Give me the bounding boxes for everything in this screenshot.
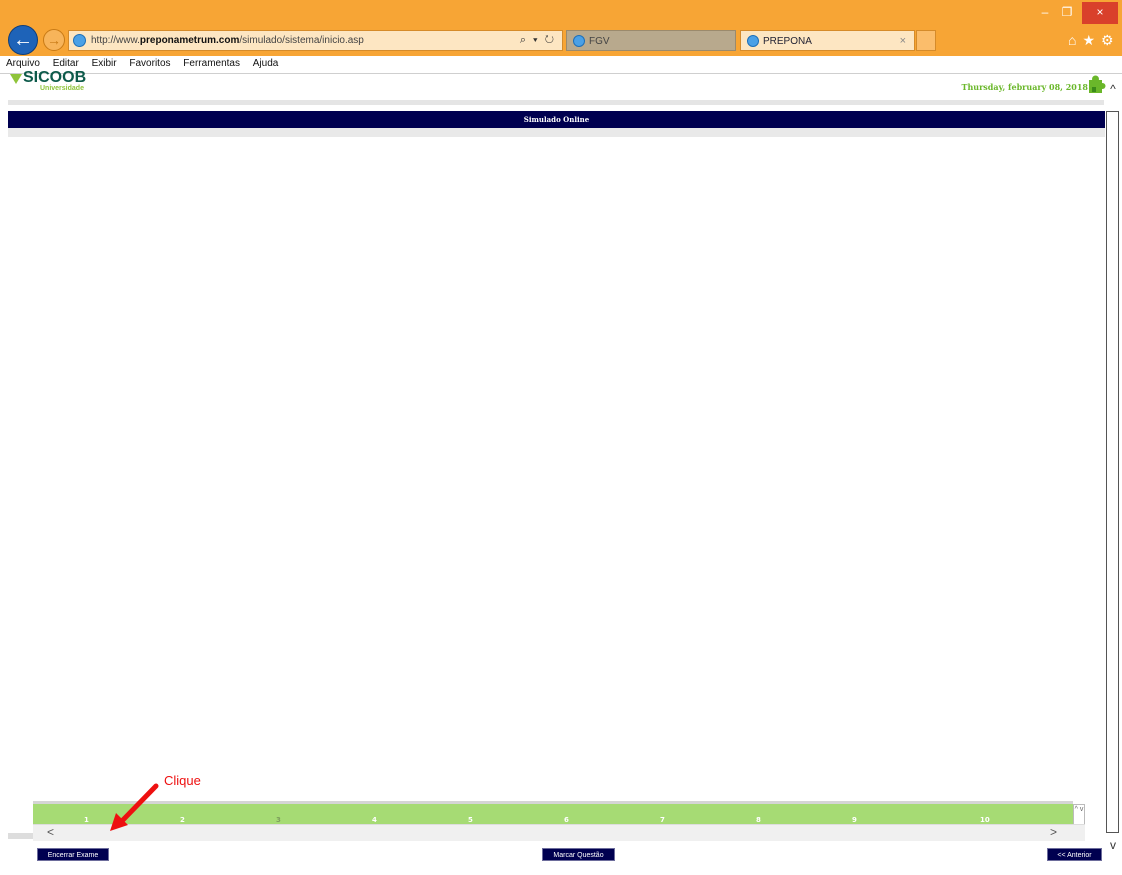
frame-edge xyxy=(8,833,33,839)
url-domain: preponametrum.com xyxy=(139,35,240,46)
tab-prepona[interactable]: PREPONA × xyxy=(740,30,915,51)
close-window-button[interactable]: × xyxy=(1082,2,1118,24)
menu-arquivo[interactable]: Arquivo xyxy=(6,58,40,69)
strip-spin-icon[interactable]: ^ v xyxy=(1073,804,1085,826)
question-link-9[interactable]: 9 xyxy=(852,816,857,824)
previous-button[interactable]: << Anterior xyxy=(1047,848,1102,861)
annotation-label: Clique xyxy=(164,773,201,788)
logo-subtitle: Universidade xyxy=(40,85,84,92)
question-link-5[interactable]: 5 xyxy=(468,816,473,824)
arrow-left-icon: ← xyxy=(13,29,33,51)
question-link-6[interactable]: 6 xyxy=(564,816,569,824)
forward-button[interactable]: → xyxy=(43,29,65,51)
title-bar-shadow xyxy=(8,128,1105,137)
restore-button[interactable]: ❐ xyxy=(1056,2,1078,24)
vertical-scrollbar-thumb[interactable] xyxy=(1106,111,1119,833)
back-button[interactable]: ← xyxy=(8,25,38,55)
browser-titlebar: ← → http://www.preponametrum.com/simulad… xyxy=(0,0,1122,56)
ie-tab-icon xyxy=(573,35,585,47)
new-tab-button[interactable] xyxy=(916,30,936,51)
scroll-up-icon[interactable]: ^ xyxy=(1106,82,1120,96)
ie-page-icon xyxy=(73,34,86,47)
url-path: /simulado/sistema/inicio.asp xyxy=(239,35,364,46)
question-link-1[interactable]: 1 xyxy=(84,816,89,824)
annotation-arrow-icon xyxy=(110,783,159,831)
url-prefix: http://www. xyxy=(91,35,140,46)
tab-label: FGV xyxy=(589,36,610,47)
address-url[interactable]: http://www.preponametrum.com/simulado/si… xyxy=(91,31,364,50)
question-link-10[interactable]: 10 xyxy=(980,816,990,824)
mark-question-button[interactable]: Marcar Questão xyxy=(542,848,615,861)
ie-tab-icon xyxy=(747,35,759,47)
page-title-bar: Simulado Online xyxy=(8,111,1105,128)
menu-favoritos[interactable]: Favoritos xyxy=(129,58,170,69)
question-number-strip xyxy=(33,804,1073,824)
scroll-down-icon[interactable]: v xyxy=(1106,838,1120,852)
tab-label: PREPONA xyxy=(763,36,812,47)
end-exam-button[interactable]: Encerrar Exame xyxy=(37,848,109,861)
question-link-3[interactable]: 3 xyxy=(276,816,281,824)
current-date: Thursday, february 08, 2018 xyxy=(961,82,1089,92)
menu-editar[interactable]: Editar xyxy=(53,58,79,69)
question-link-4[interactable]: 4 xyxy=(372,816,377,824)
page-title: Simulado Online xyxy=(523,115,590,124)
address-bar[interactable]: http://www.preponametrum.com/simulado/si… xyxy=(68,30,563,51)
question-link-2[interactable]: 2 xyxy=(180,816,185,824)
menu-exibir[interactable]: Exibir xyxy=(92,58,117,69)
scroll-left-icon[interactable]: < xyxy=(47,825,54,839)
menu-ajuda[interactable]: Ajuda xyxy=(253,58,279,69)
home-favorites-settings-icons[interactable]: ⌂★⚙ xyxy=(1068,32,1120,49)
tab-close-icon[interactable]: × xyxy=(900,31,906,52)
horizontal-scrollbar[interactable]: < > xyxy=(33,824,1085,841)
search-refresh-icons[interactable]: ⌕ ▾ ↻ xyxy=(520,31,556,50)
menu-bar: Arquivo Editar Exibir Favoritos Ferramen… xyxy=(0,56,1122,74)
arrow-right-icon: → xyxy=(47,32,61,48)
puzzle-icon xyxy=(1089,75,1106,93)
scroll-right-icon[interactable]: > xyxy=(1050,825,1057,839)
header-divider xyxy=(8,100,1104,105)
minimize-button[interactable]: – xyxy=(1035,2,1055,24)
tab-fgv[interactable]: FGV xyxy=(566,30,736,51)
question-link-8[interactable]: 8 xyxy=(756,816,761,824)
menu-ferramentas[interactable]: Ferramentas xyxy=(183,58,240,69)
logo-mark-icon xyxy=(10,74,22,84)
question-link-7[interactable]: 7 xyxy=(660,816,665,824)
sicoob-logo: SICOOB Universidade xyxy=(10,69,120,98)
